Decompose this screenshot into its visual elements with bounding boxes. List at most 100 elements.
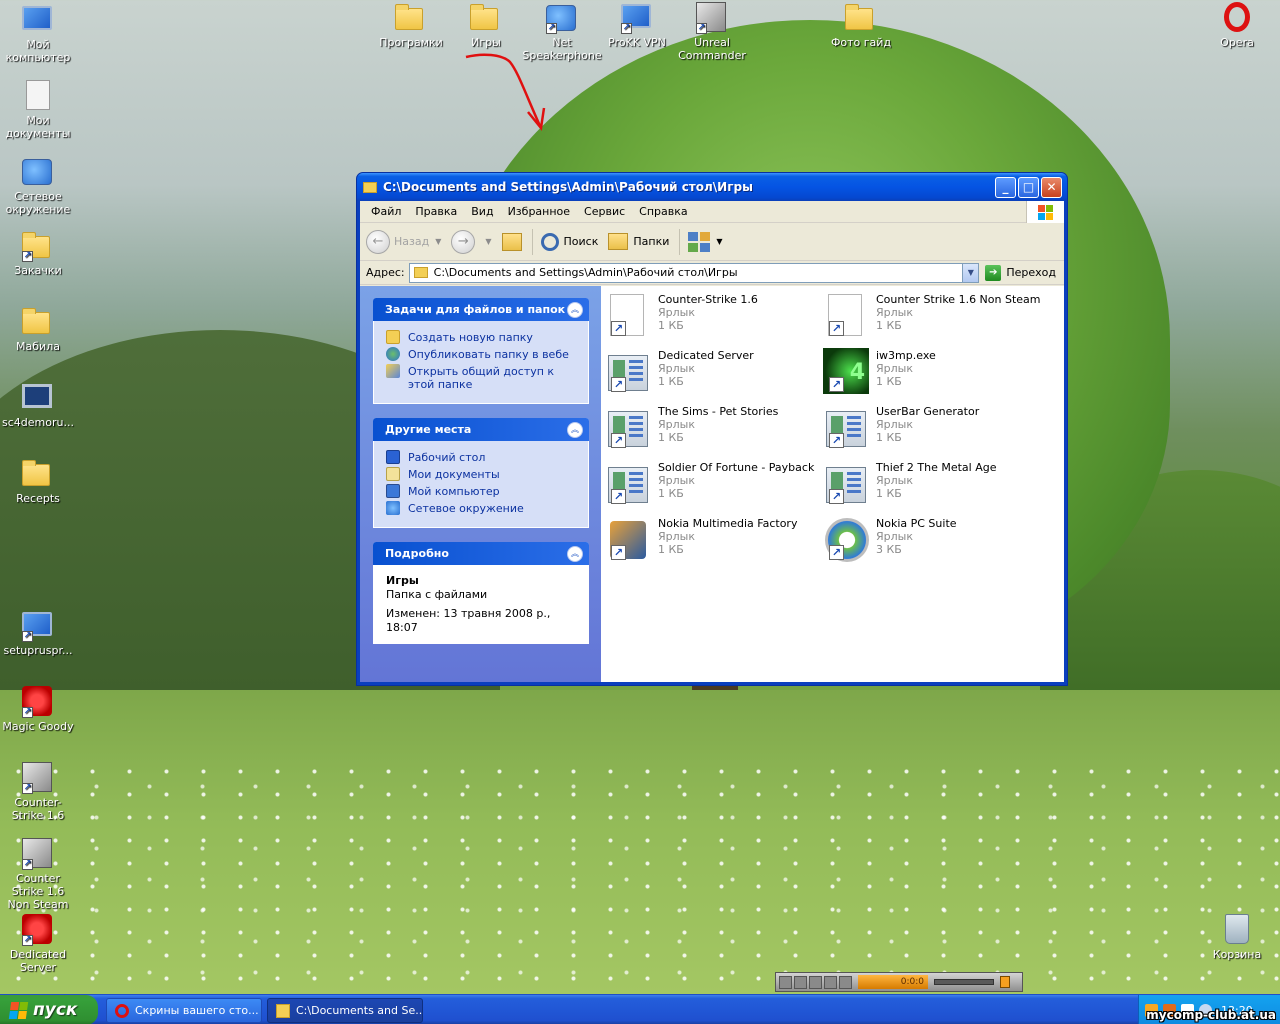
- my-computer-icon: [386, 484, 400, 498]
- desktop-icon-magic-goody[interactable]: ↗ Magic Goody: [0, 686, 76, 733]
- desktop-icon-my-documents[interactable]: Мои документы: [0, 80, 76, 140]
- search-icon: [540, 232, 559, 251]
- explorer-window[interactable]: C:\Documents and Settings\Admin\Рабочий …: [356, 172, 1068, 686]
- file-item[interactable]: 4 ↗ iw3mp.exe Ярлык 1 КБ: [823, 348, 1039, 398]
- views-button[interactable]: ▼: [688, 231, 723, 252]
- shortcut-arrow-icon: ↗: [22, 707, 33, 718]
- desktop-icon-label: sc4demoru...: [2, 416, 74, 429]
- file-item[interactable]: ↗ Dedicated Server Ярлык 1 КБ: [605, 348, 821, 398]
- play-icon[interactable]: [779, 975, 792, 989]
- forward-button[interactable]: → ▼: [451, 229, 492, 254]
- player-menu-button[interactable]: [1000, 976, 1010, 988]
- file-item[interactable]: ↗ Soldier Of Fortune - Payback Ярлык 1 КБ: [605, 460, 821, 510]
- collapse-chevron-icon[interactable]: ︽: [567, 421, 583, 438]
- collapse-chevron-icon[interactable]: ︽: [567, 301, 583, 318]
- menu-help[interactable]: Справка: [632, 205, 694, 218]
- my-documents-icon: [26, 80, 50, 110]
- desktop-icon-unreal-commander[interactable]: ↗ Unreal Commander: [674, 2, 750, 62]
- desktop-icon-counter-strike[interactable]: ↗ Counter-Strike 1.6: [0, 762, 76, 822]
- details-header[interactable]: Подробно ︽: [373, 542, 589, 565]
- file-item[interactable]: ↗ UserBar Generator Ярлык 1 КБ: [823, 404, 1039, 454]
- address-input[interactable]: C:\Documents and Settings\Admin\Рабочий …: [408, 262, 980, 283]
- file-tasks-header[interactable]: Задачи для файлов и папок ︽: [373, 298, 589, 321]
- back-button[interactable]: ← Назад ▼: [366, 229, 441, 254]
- task-publish-web[interactable]: Опубликовать папку в вебе: [386, 347, 580, 361]
- minimize-button[interactable]: _: [995, 176, 1016, 198]
- previous-track-icon[interactable]: [824, 975, 837, 989]
- file-item[interactable]: ↗ Counter Strike 1.6 Non Steam Ярлык 1 КБ: [823, 292, 1041, 342]
- volume-slider[interactable]: [934, 979, 994, 985]
- share-folder-icon: [386, 364, 400, 378]
- menu-bar: Файл Правка Вид Избранное Сервис Справка: [360, 201, 1064, 223]
- desktop-icon-network-places[interactable]: Сетевое окружение: [0, 156, 76, 216]
- desktop-icon-games[interactable]: Игры: [448, 2, 524, 49]
- menu-edit[interactable]: Правка: [408, 205, 464, 218]
- monitor-icon: [22, 384, 52, 408]
- window-titlebar[interactable]: C:\Documents and Settings\Admin\Рабочий …: [357, 173, 1067, 201]
- network-places-icon: [386, 501, 400, 515]
- task-share-folder[interactable]: Открыть общий доступ к этой папке: [386, 364, 580, 391]
- desktop-icon-downloads[interactable]: ↗ Закачки: [0, 230, 76, 277]
- desktop-icon-recepts[interactable]: Recepts: [0, 458, 76, 505]
- desktop-icon-prokk-vpn[interactable]: ↗ ProKK VPN: [599, 2, 675, 49]
- desktop-icon-label: Закачки: [14, 264, 62, 277]
- desktop-icon-label: Фото гайд: [830, 36, 892, 49]
- menu-view[interactable]: Вид: [464, 205, 500, 218]
- chevron-down-icon: ▼: [716, 237, 723, 246]
- address-dropdown-button[interactable]: ▼: [962, 263, 979, 282]
- desktop-icon-setuprus[interactable]: ↗ setupruspr...: [0, 610, 76, 657]
- file-item[interactable]: ↗ Counter-Strike 1.6 Ярлык 1 КБ: [605, 292, 821, 342]
- go-button[interactable]: ➔ Переход: [979, 264, 1064, 281]
- desktop-icon-counter-strike-non-steam[interactable]: ↗ Counter Strike 1.6 Non Steam: [0, 838, 76, 911]
- taskbar-button-explorer[interactable]: C:\Documents and Se...: [267, 998, 423, 1023]
- task-new-folder[interactable]: Создать новую папку: [386, 330, 580, 344]
- start-button[interactable]: пуск: [0, 995, 98, 1024]
- desktop-icon-dedicated-server[interactable]: ↗ Dedicated Server: [0, 914, 76, 974]
- details-type: Папка с файлами: [386, 588, 488, 601]
- folders-button[interactable]: Папки: [608, 233, 669, 250]
- file-item[interactable]: ↗ Nokia Multimedia Factory Ярлык 1 КБ: [605, 516, 821, 566]
- go-arrow-icon: ➔: [985, 264, 1002, 281]
- desktop-icon-label: Dedicated Server: [9, 948, 67, 974]
- folder-icon: [22, 460, 50, 486]
- desktop-icon-recycle-bin[interactable]: Корзина: [1199, 914, 1275, 961]
- taskbar-button-opera[interactable]: Скрины вашего сто...: [106, 998, 262, 1023]
- place-my-computer[interactable]: Мой компьютер: [386, 484, 580, 498]
- close-button[interactable]: ✕: [1041, 176, 1062, 198]
- collapse-chevron-icon[interactable]: ︽: [567, 545, 583, 562]
- file-item[interactable]: ↗ Thief 2 The Metal Age Ярлык 1 КБ: [823, 460, 1039, 510]
- desktop-icon-sc4demo[interactable]: sc4demoru...: [0, 382, 76, 429]
- pause-icon[interactable]: [794, 975, 807, 989]
- menu-favorites[interactable]: Избранное: [501, 205, 577, 218]
- desktop-icon-photo-guide[interactable]: Фото гайд: [823, 2, 899, 49]
- menu-file[interactable]: Файл: [364, 205, 408, 218]
- shortcut-arrow-icon: ↗: [611, 377, 626, 392]
- desktop-icon-mabila[interactable]: Мабила: [0, 306, 76, 353]
- stop-icon[interactable]: [809, 975, 822, 989]
- next-track-icon[interactable]: [839, 975, 852, 989]
- shortcut-arrow-icon: ↗: [829, 545, 844, 560]
- file-list: ↗ Counter-Strike 1.6 Ярлык 1 КБ ↗ Counter …: [601, 286, 1064, 682]
- desktop-icon-my-computer[interactable]: Мой компьютер: [0, 4, 76, 64]
- panel-title: Подробно: [385, 547, 449, 560]
- place-my-documents[interactable]: Мои документы: [386, 467, 580, 481]
- folders-label: Папки: [633, 235, 670, 248]
- shortcut-arrow-icon: ↗: [621, 23, 632, 34]
- place-desktop[interactable]: Рабочий стол: [386, 450, 580, 464]
- place-network[interactable]: Сетевое окружение: [386, 501, 580, 515]
- desktop-icon-label: Opera: [1220, 36, 1254, 49]
- up-folder-button[interactable]: [501, 232, 522, 251]
- maximize-button[interactable]: □: [1018, 176, 1039, 198]
- file-item[interactable]: ↗ Nokia PC Suite Ярлык 3 КБ: [823, 516, 1039, 566]
- search-button[interactable]: Поиск: [540, 232, 598, 251]
- menu-tools[interactable]: Сервис: [577, 205, 632, 218]
- file-item[interactable]: ↗ The Sims - Pet Stories Ярлык 1 КБ: [605, 404, 821, 454]
- desktop-icon-programs[interactable]: Програмки: [373, 2, 449, 49]
- folder-icon: [395, 4, 423, 30]
- desktop-icon-opera[interactable]: Opera: [1199, 2, 1275, 49]
- desktop-icon-label: Recepts: [16, 492, 60, 505]
- folder-icon: [276, 1003, 290, 1018]
- desktop-icon-label: setupruspr...: [3, 644, 73, 657]
- other-places-header[interactable]: Другие места ︽: [373, 418, 589, 441]
- new-folder-icon: [386, 330, 400, 344]
